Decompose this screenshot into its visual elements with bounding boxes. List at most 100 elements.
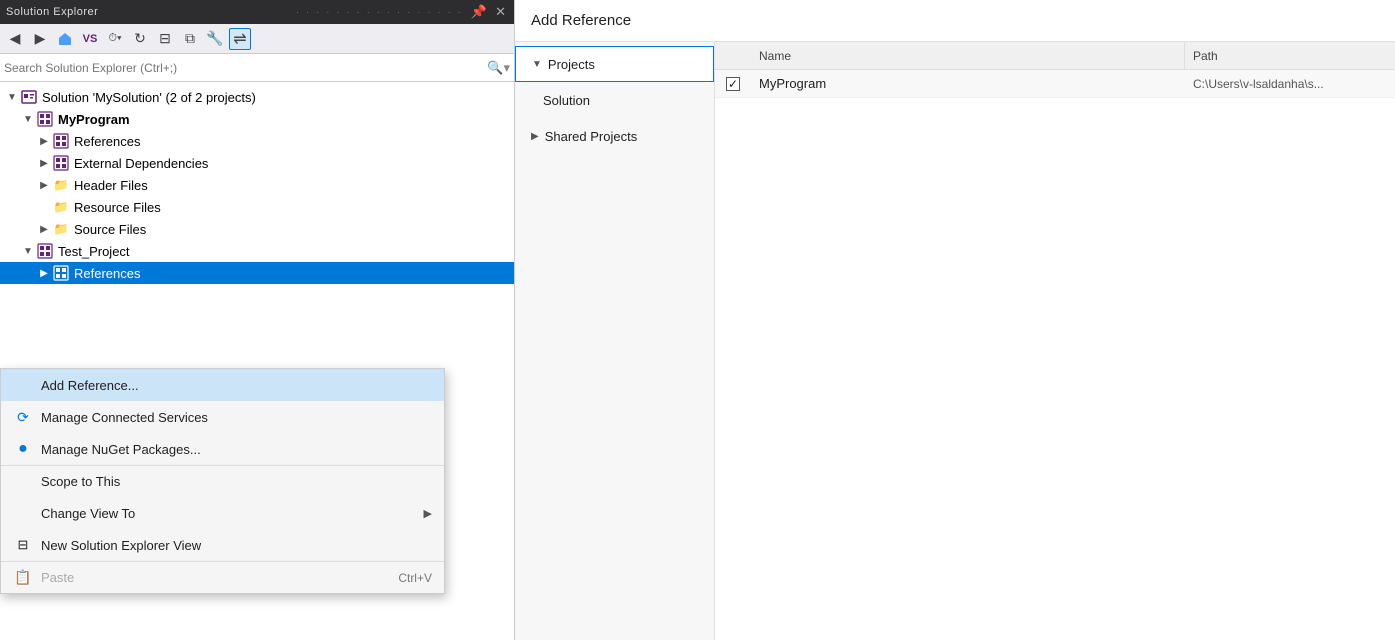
headerfiles-icon: 📁 — [52, 176, 70, 194]
references-1-label: References — [74, 134, 140, 149]
nav-solution-label: Solution — [543, 93, 590, 108]
ctx-change-view-label: Change View To — [41, 506, 424, 521]
expand-arrow-sourcefiles: ▶ — [36, 224, 52, 235]
collapse-button[interactable]: ⊟ — [154, 28, 176, 50]
tree-item-headerfiles[interactable]: ▶ 📁 Header Files — [0, 174, 514, 196]
ctx-scope-to-this[interactable]: Scope to This — [1, 465, 444, 497]
row-check-cell[interactable]: ✓ — [715, 70, 751, 97]
sourcefiles-icon: 📁 — [52, 220, 70, 238]
expand-arrow-references-2: ▶ — [36, 268, 52, 279]
ctx-manage-nuget[interactable]: ● Manage NuGet Packages... — [1, 433, 444, 465]
add-reference-panel: Add Reference ▼ Projects Solution ▶ Shar… — [515, 0, 1395, 640]
ctx-change-view[interactable]: Change View To ▶ — [1, 497, 444, 529]
tree-item-testproject[interactable]: ▼ Test_Project — [0, 240, 514, 262]
solution-label: Solution 'MySolution' (2 of 2 projects) — [42, 90, 256, 105]
ctx-paste-label: Paste — [41, 570, 398, 585]
references-icon-2 — [52, 264, 70, 282]
scope-icon — [13, 472, 33, 492]
ctx-add-reference[interactable]: Add Reference... — [1, 369, 444, 401]
properties-button[interactable]: 🔧 — [204, 28, 226, 50]
ctx-paste-shortcut: Ctrl+V — [398, 571, 432, 585]
home-button[interactable] — [54, 28, 76, 50]
forward-button[interactable]: ▶ — [29, 28, 51, 50]
solution-explorer-toolbar: ◀ ▶ VS ⏱▾ ↻ ⊟ ⧉ 🔧 ⇌ — [0, 24, 514, 54]
ctx-add-reference-label: Add Reference... — [41, 378, 432, 393]
pin-icon[interactable]: 📌 — [469, 4, 489, 20]
expand-arrow-solution: ▼ — [4, 92, 20, 103]
tree-item-references-2[interactable]: ▶ References — [0, 262, 514, 284]
manage-connected-icon: ⟳ — [13, 407, 33, 427]
title-icons: 📌 ✕ — [469, 4, 508, 20]
vs-icon: VS — [79, 28, 101, 50]
sourcefiles-label: Source Files — [74, 222, 146, 237]
expand-arrow-references-1: ▶ — [36, 136, 52, 147]
history-button[interactable]: ⏱▾ — [104, 28, 126, 50]
row-name-cell: MyProgram — [751, 70, 1185, 97]
table-row[interactable]: ✓ MyProgram C:\Users\v-lsaldanha\s... — [715, 70, 1395, 98]
add-reference-nav: ▼ Projects Solution ▶ Shared Projects — [515, 42, 715, 640]
nav-shared-arrow: ▶ — [531, 131, 539, 142]
project-icon-testproject — [36, 242, 54, 260]
tree-item-myprogram[interactable]: ▼ MyProgram — [0, 108, 514, 130]
expand-arrow-myprogram: ▼ — [20, 114, 36, 125]
change-view-arrow: ▶ — [424, 507, 432, 520]
paste-icon: 📋 — [13, 568, 33, 588]
project-icon-myprogram — [36, 110, 54, 128]
row-checkbox[interactable]: ✓ — [726, 77, 740, 91]
headerfiles-label: Header Files — [74, 178, 148, 193]
resourcefiles-label: Resource Files — [74, 200, 161, 215]
ctx-paste: 📋 Paste Ctrl+V — [1, 561, 444, 593]
myprogram-label: MyProgram — [58, 112, 130, 127]
nav-projects-label: Projects — [548, 57, 595, 72]
sync-button[interactable]: ⇌ — [229, 28, 251, 50]
back-button[interactable]: ◀ — [4, 28, 26, 50]
tree-item-resourcefiles[interactable]: ▶ 📁 Resource Files — [0, 196, 514, 218]
add-reference-title: Add Reference — [515, 0, 1395, 42]
expand-arrow-extdeps: ▶ — [36, 158, 52, 169]
ctx-nuget-label: Manage NuGet Packages... — [41, 442, 432, 457]
nav-shared-projects[interactable]: ▶ Shared Projects — [515, 118, 714, 154]
tree-item-solution[interactable]: ▼ Solution 'MySolution' (2 of 2 projects… — [0, 86, 514, 108]
ctx-scope-label: Scope to This — [41, 474, 432, 489]
col-header-name[interactable]: Name — [751, 42, 1185, 69]
tree-item-sourcefiles[interactable]: ▶ 📁 Source Files — [0, 218, 514, 240]
tree-item-references-1[interactable]: ▶ References — [0, 130, 514, 152]
extdeps-icon — [52, 154, 70, 172]
nav-projects-arrow: ▼ — [532, 59, 542, 70]
title-dots: · · · · · · · · · · · · · · · · · — [296, 7, 463, 18]
nuget-icon: ● — [13, 439, 33, 459]
nav-projects[interactable]: ▼ Projects — [515, 46, 714, 82]
new-se-icon: ⊟ — [13, 535, 33, 555]
tree-item-extdeps[interactable]: ▶ External Dependencies — [0, 152, 514, 174]
add-reference-icon — [13, 375, 33, 395]
solution-icon — [20, 88, 38, 106]
ctx-manage-connected[interactable]: ⟳ Manage Connected Services — [1, 401, 444, 433]
testproject-label: Test_Project — [58, 244, 130, 259]
extdeps-label: External Dependencies — [74, 156, 208, 171]
solution-explorer-titlebar: Solution Explorer · · · · · · · · · · · … — [0, 0, 514, 24]
expand-arrow-headerfiles: ▶ — [36, 180, 52, 191]
ctx-new-se-label: New Solution Explorer View — [41, 538, 432, 553]
context-menu: Add Reference... ⟳ Manage Connected Serv… — [0, 368, 445, 594]
ctx-new-se-view[interactable]: ⊟ New Solution Explorer View — [1, 529, 444, 561]
change-view-icon — [13, 503, 33, 523]
search-icon: 🔍▾ — [487, 60, 510, 76]
references-icon-1 — [52, 132, 70, 150]
solution-explorer-panel: Solution Explorer · · · · · · · · · · · … — [0, 0, 515, 640]
refresh-button[interactable]: ↻ — [129, 28, 151, 50]
expand-arrow-testproject: ▼ — [20, 246, 36, 257]
nav-solution[interactable]: Solution — [515, 82, 714, 118]
search-input[interactable] — [4, 61, 487, 75]
nav-shared-label: Shared Projects — [545, 129, 638, 144]
close-icon[interactable]: ✕ — [493, 4, 508, 20]
copy-button[interactable]: ⧉ — [179, 28, 201, 50]
references-2-label: References — [74, 266, 140, 281]
resourcefiles-icon: 📁 — [52, 198, 70, 216]
search-bar[interactable]: 🔍▾ — [0, 54, 514, 82]
row-path-cell: C:\Users\v-lsaldanha\s... — [1185, 70, 1395, 97]
add-reference-content: Name Path ✓ MyProgram C:\Users\v-lsaldan… — [715, 42, 1395, 640]
ctx-manage-connected-label: Manage Connected Services — [41, 410, 432, 425]
add-reference-body: ▼ Projects Solution ▶ Shared Projects — [515, 42, 1395, 640]
table-header: Name Path — [715, 42, 1395, 70]
col-header-path[interactable]: Path — [1185, 42, 1395, 69]
